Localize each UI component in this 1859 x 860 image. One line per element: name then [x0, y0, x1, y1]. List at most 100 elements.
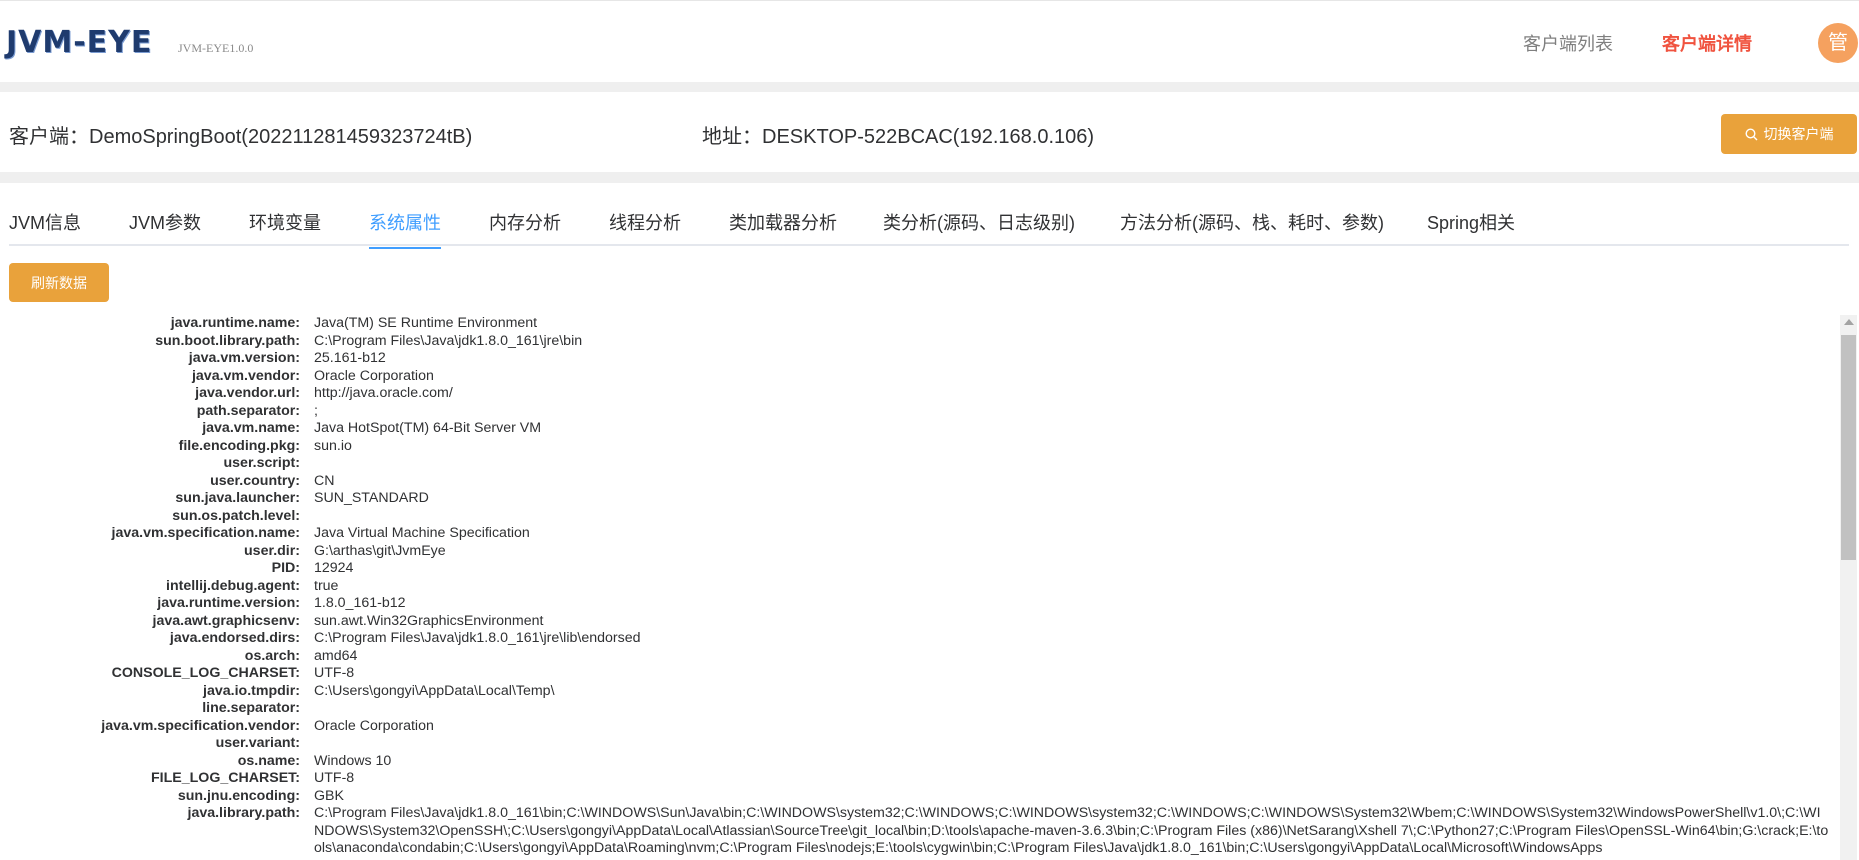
property-value: Java Virtual Machine Specification	[314, 525, 530, 541]
property-row: intellij.debug.agent: true	[0, 578, 1838, 596]
property-value	[314, 508, 1830, 526]
property-row: sun.java.launcher: SUN_STANDARD	[0, 490, 1838, 508]
divider	[0, 82, 1859, 92]
property-value: Java HotSpot(TM) 64-Bit Server VM	[314, 420, 542, 436]
property-value: http://java.oracle.com/	[314, 385, 453, 401]
nav-client-detail[interactable]: 客户端详情	[1662, 30, 1752, 56]
property-value	[314, 700, 1830, 718]
tab-jvm-params[interactable]: JVM参数	[129, 209, 201, 247]
property-row: user.variant:	[0, 735, 1838, 753]
property-key: sun.jnu.encoding:	[177, 787, 300, 804]
property-value: C:\Program Files\Java\jdk1.8.0_161\jre\l…	[314, 630, 641, 646]
property-key: file.encoding.pkg:	[178, 437, 300, 454]
property-value: C:\Program Files\Java\jdk1.8.0_161\jre\b…	[314, 332, 583, 349]
property-key: CONSOLE_LOG_CHARSET:	[111, 665, 300, 681]
property-key: java.endorsed.dirs:	[169, 630, 300, 646]
property-key: java.vm.vendor:	[191, 367, 300, 384]
scrollbar[interactable]	[1840, 315, 1857, 860]
property-key: sun.boot.library.path:	[155, 332, 300, 349]
property-key: java.io.tmpdir:	[203, 682, 300, 699]
property-key: line.separator:	[202, 700, 300, 716]
switch-client-label: 切换客户端	[1763, 126, 1834, 142]
property-row: user.script:	[0, 455, 1838, 473]
property-key: sun.java.launcher:	[175, 490, 300, 506]
scrollbar-thumb[interactable]	[1841, 335, 1856, 560]
property-key: java.library.path:	[187, 805, 301, 821]
property-value: 25.161-b12	[314, 350, 386, 366]
tab-jvm-info[interactable]: JVM信息	[9, 209, 81, 247]
property-value: C:\Users\gongyi\AppData\Local\Temp\	[314, 682, 555, 699]
property-value: UTF-8	[314, 770, 355, 786]
tab-class-analysis[interactable]: 类分析(源码、日志级别)	[883, 209, 1075, 247]
property-value: Windows 10	[314, 752, 392, 769]
user-avatar[interactable]: 管	[1818, 23, 1858, 63]
property-row: os.arch: amd64	[0, 648, 1838, 666]
divider	[0, 172, 1859, 183]
property-row: java.vendor.url: http://java.oracle.com/	[0, 385, 1838, 403]
property-value: amd64	[314, 647, 358, 664]
property-key: java.vm.specification.vendor:	[101, 717, 300, 734]
property-key: java.runtime.name:	[170, 315, 300, 331]
property-row: sun.boot.library.path: C:\Program Files\J…	[0, 333, 1838, 351]
property-key: user.country:	[210, 472, 300, 489]
property-value: G:\arthas\git\JvmEye	[314, 542, 446, 559]
tab-bar: JVM信息 JVM参数 环境变量 系统属性 内存分析 线程分析 类加载器分析 类…	[9, 196, 1849, 249]
property-value: ;	[314, 402, 318, 419]
property-value: Java(TM) SE Runtime Environment	[314, 315, 538, 331]
property-key: java.vm.specification.name:	[111, 525, 300, 541]
property-key: java.vendor.url:	[195, 385, 300, 401]
property-row: path.separator:;	[0, 403, 1838, 421]
property-value: 12924	[314, 560, 354, 576]
tab-thread-analysis[interactable]: 线程分析	[609, 209, 681, 247]
property-value: sun.io	[314, 437, 352, 454]
property-value: Oracle Corporation	[314, 367, 434, 384]
scroll-up-arrow-icon[interactable]	[1844, 319, 1854, 325]
tab-memory-analysis[interactable]: 内存分析	[489, 209, 561, 247]
property-row: user.country: CN	[0, 473, 1838, 491]
refresh-data-button[interactable]: 刷新数据	[9, 263, 109, 302]
property-key: os.name:	[237, 752, 300, 769]
search-icon	[1744, 127, 1757, 140]
property-key: user.script:	[223, 455, 301, 471]
property-value: C:\Program Files\Java\jdk1.8.0_161\bin;C…	[314, 805, 1829, 856]
property-value: sun.awt.Win32GraphicsEnvironment	[314, 612, 544, 629]
property-key: user.variant:	[215, 735, 300, 751]
tab-env-vars[interactable]: 环境变量	[249, 209, 321, 247]
property-row: sun.os.patch.level:	[0, 508, 1838, 526]
property-value: UTF-8	[314, 665, 355, 681]
switch-client-button[interactable]: 切换客户端	[1721, 114, 1857, 154]
system-properties-list: java.runtime.name: Java(TM) SE Runtime En…	[0, 315, 1838, 860]
property-row: user.dir: G:\arthas\git\JvmEye	[0, 543, 1838, 561]
property-row: PID: 12924	[0, 560, 1838, 578]
property-key: PID:	[271, 560, 300, 576]
property-key: java.vm.version:	[188, 350, 300, 366]
property-value: GBK	[314, 787, 344, 804]
property-row: java.vm.version: 25.161-b12	[0, 350, 1838, 368]
property-row: java.runtime.name: Java(TM) SE Runtime En…	[0, 315, 1838, 333]
top-nav: JVM-EYE JVM-EYE1.0.0 客户端列表 客户端详情 管	[0, 0, 1859, 83]
property-row: java.vm.specification.name: Java Virtual …	[0, 525, 1838, 543]
property-key: sun.os.patch.level:	[172, 507, 300, 524]
client-address: 地址：DESKTOP-522BCAC(192.168.0.106)	[702, 126, 1095, 148]
property-row: sun.jnu.encoding: GBK	[0, 788, 1838, 806]
tab-spring[interactable]: Spring相关	[1427, 209, 1515, 247]
property-row: java.vm.vendor: Oracle Corporation	[0, 368, 1838, 386]
property-key: user.dir:	[244, 542, 300, 559]
property-value	[314, 735, 1830, 753]
property-row: java.runtime.version: 1.8.0_161-b12	[0, 595, 1838, 613]
property-key: java.awt.graphicsenv:	[152, 612, 300, 629]
property-value: Oracle Corporation	[314, 717, 434, 734]
nav-client-list[interactable]: 客户端列表	[1523, 30, 1613, 56]
property-value: CN	[314, 472, 335, 489]
tab-classloader-analysis[interactable]: 类加载器分析	[729, 209, 837, 247]
property-key: java.vm.name:	[202, 420, 300, 436]
property-value	[314, 455, 1830, 473]
tab-system-properties[interactable]: 系统属性	[369, 209, 441, 249]
property-value: SUN_STANDARD	[314, 490, 429, 506]
app-version: JVM-EYE1.0.0	[178, 41, 254, 55]
tab-method-analysis[interactable]: 方法分析(源码、栈、耗时、参数)	[1120, 209, 1384, 247]
app-logo[interactable]: JVM-EYE	[6, 25, 152, 60]
property-key: path.separator:	[196, 402, 300, 419]
property-row: java.io.tmpdir: C:\Users\gongyi\AppData\L…	[0, 683, 1838, 701]
property-row: line.separator:	[0, 700, 1838, 718]
